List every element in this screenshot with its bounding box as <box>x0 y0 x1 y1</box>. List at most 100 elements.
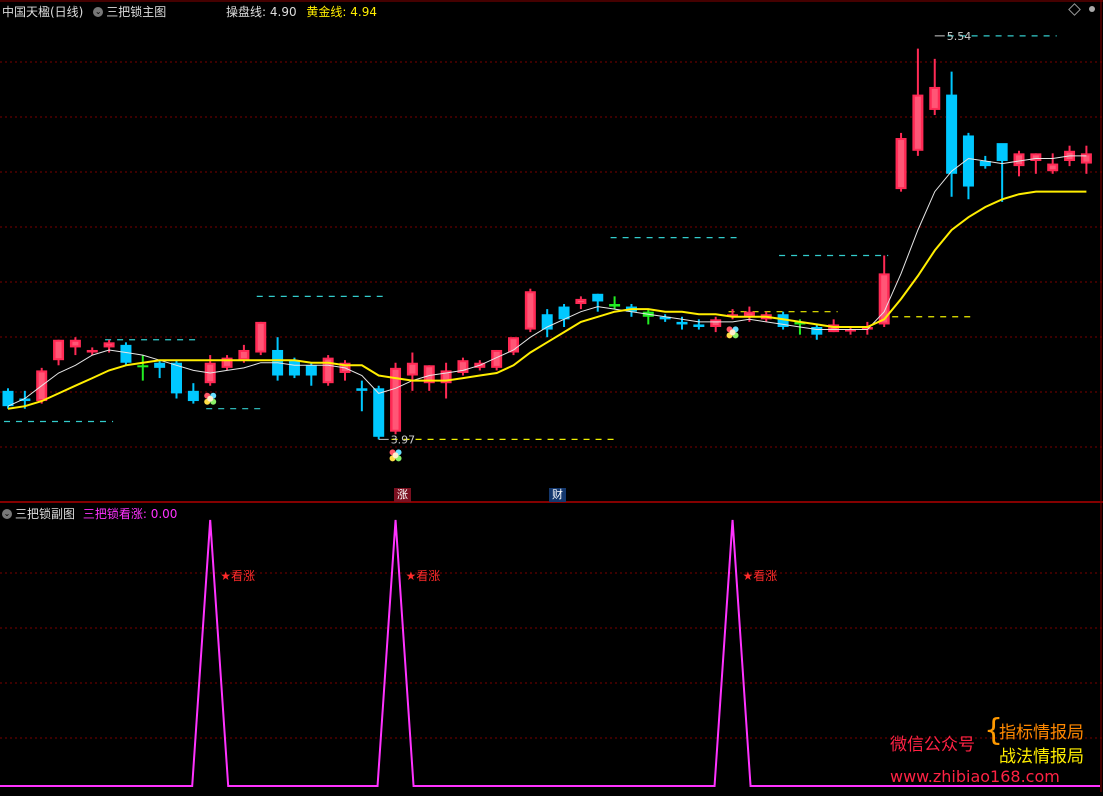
candle-body-highlight <box>106 344 113 346</box>
candle <box>558 304 570 327</box>
candle <box>69 337 81 356</box>
clover-icon <box>389 449 402 462</box>
candle <box>171 360 182 399</box>
candle-body <box>2 390 14 407</box>
candle-body <box>946 94 958 174</box>
candle-body <box>356 388 368 391</box>
candle <box>1047 153 1059 174</box>
candle <box>2 388 14 409</box>
signal-label: ★看涨 <box>220 568 255 583</box>
candle <box>187 383 199 404</box>
indicator-values: 操盘线: 4.90 黄金线: 4.94 <box>226 3 377 20</box>
bottom-tag-rise[interactable]: 涨 <box>394 488 411 502</box>
candle <box>962 132 974 200</box>
candle-body <box>86 349 98 353</box>
candle <box>1030 153 1042 174</box>
candle <box>929 58 941 116</box>
candle <box>356 380 368 412</box>
dropdown-icon[interactable]: ⌄ <box>93 6 104 17</box>
main-indicator-name[interactable]: 三把锁主图 <box>106 5 166 19</box>
candle <box>390 362 402 435</box>
candle <box>137 355 149 381</box>
candle <box>592 293 604 312</box>
chart-canvas[interactable]: 5.54 3.97 ★看涨 ★看涨 ★看涨 <box>0 0 1103 792</box>
candle <box>406 352 418 391</box>
dropdown-icon[interactable]: ⌄ <box>2 508 12 519</box>
bottom-tag-wealth[interactable]: 财 <box>549 488 566 502</box>
golden-line <box>7 190 1087 410</box>
caopan-label: 操盘线: <box>226 5 267 19</box>
candle-body-highlight <box>898 140 905 188</box>
sub-series-label: 三把锁看涨: <box>82 507 147 521</box>
candle-body <box>305 365 317 376</box>
candle-body <box>811 326 823 335</box>
candle-body-highlight <box>426 367 433 382</box>
high-price-label: 5.54 <box>947 30 972 43</box>
clover-dot <box>392 452 399 459</box>
sub-indicator-name[interactable]: 三把锁副图 <box>15 507 75 521</box>
candle-body-highlight <box>409 364 416 374</box>
ma-white-line <box>7 155 1087 407</box>
candle <box>221 355 233 371</box>
candle-body <box>592 293 604 302</box>
candle <box>423 365 435 391</box>
candle <box>120 342 132 366</box>
candle-body <box>120 344 132 363</box>
candle <box>154 360 166 379</box>
candle <box>491 349 503 371</box>
watermark-url: www.zhibiao168.com <box>890 767 1060 786</box>
signal-label: ★看涨 <box>406 568 441 583</box>
candle <box>457 357 469 376</box>
candle <box>609 296 621 310</box>
candle <box>305 362 317 386</box>
candle <box>575 296 587 310</box>
candle <box>541 309 553 338</box>
candle-body <box>609 304 621 307</box>
candle <box>710 316 722 333</box>
watermark-line1: 指标情报局 <box>999 723 1084 743</box>
candle-body <box>154 362 166 368</box>
candle-body-highlight <box>240 351 247 359</box>
candle-body-highlight <box>1016 155 1022 165</box>
candle-body <box>996 143 1008 162</box>
candle-body-highlight <box>55 341 62 359</box>
candle <box>659 314 671 322</box>
caopan-value: 4.90 <box>269 5 297 19</box>
candle <box>727 309 739 320</box>
golden-label: 黄金线: <box>306 5 347 19</box>
candle-body <box>288 360 300 376</box>
candle <box>524 288 536 333</box>
candle <box>845 326 856 335</box>
clover-dot <box>729 329 736 336</box>
candle-body <box>137 365 149 368</box>
candle <box>53 339 65 366</box>
clover-dot <box>207 395 214 402</box>
stock-title[interactable]: 中国天楹(日线) <box>2 5 83 19</box>
sub-header: ⌄ 三把锁副图 三把锁看涨: 0.00 <box>2 505 177 522</box>
chart-window: 5.54 3.97 ★看涨 ★看涨 ★看涨 中国天楹(日线) ⌄ 三把锁主图 操盘线: 4… <box>0 0 1103 792</box>
candle <box>508 337 519 356</box>
candle <box>979 155 991 169</box>
clover-icon <box>726 326 739 339</box>
candle-body-highlight <box>746 313 753 315</box>
candle-body <box>373 388 385 437</box>
candle <box>946 71 958 197</box>
settings-dot-icon[interactable] <box>1089 6 1095 12</box>
watermark-wechat: 微信公众号 <box>890 735 975 755</box>
candle <box>272 337 284 381</box>
candle-body-highlight <box>914 96 921 149</box>
watermark-line2: 战法情报局 <box>999 747 1084 767</box>
candle <box>642 309 654 325</box>
candle <box>255 321 267 356</box>
candle-body-highlight <box>931 88 938 108</box>
golden-value: 4.94 <box>350 5 378 19</box>
candle <box>912 48 924 156</box>
candle-body-highlight <box>577 300 584 303</box>
candle <box>895 132 907 192</box>
candle-body <box>187 390 199 402</box>
sub-series-value: 0.00 <box>150 507 178 521</box>
candle <box>339 360 351 381</box>
candle <box>861 321 873 335</box>
candle <box>1080 145 1092 174</box>
stock-title-row: 中国天楹(日线) ⌄ 三把锁主图 <box>2 3 166 20</box>
